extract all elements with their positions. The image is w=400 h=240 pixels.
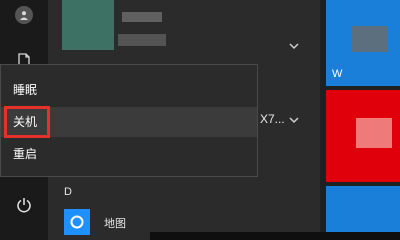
chevron-down-icon[interactable] bbox=[288, 40, 300, 52]
power-button[interactable] bbox=[9, 190, 39, 220]
user-account-button[interactable] bbox=[9, 0, 39, 30]
menu-item-sleep[interactable]: 睡眠 bbox=[1, 75, 257, 105]
power-options-menu: 睡眠 关机 重启 bbox=[0, 64, 258, 177]
chevron-down-icon[interactable] bbox=[288, 114, 300, 126]
blurred-app-name bbox=[118, 34, 166, 46]
blurred-app-tile bbox=[62, 0, 114, 50]
maps-app-icon bbox=[64, 209, 90, 235]
power-icon bbox=[17, 198, 31, 213]
map-pin-icon bbox=[70, 215, 84, 229]
user-icon bbox=[20, 11, 28, 20]
tile-partial-label: W bbox=[332, 68, 343, 80]
blurred-app-name bbox=[122, 12, 162, 22]
app-partial-label[interactable]: X7... bbox=[260, 112, 285, 126]
tile-area: W bbox=[320, 0, 400, 240]
section-letter: D bbox=[64, 186, 72, 198]
app-tile-red[interactable] bbox=[326, 90, 400, 182]
blurred-tile-content bbox=[356, 118, 392, 148]
menu-item-restart[interactable]: 重启 bbox=[1, 139, 257, 169]
maps-app-label: 地图 bbox=[104, 218, 126, 230]
taskbar-strip bbox=[150, 232, 400, 240]
app-tile-blue-top[interactable]: W bbox=[326, 0, 400, 86]
avatar bbox=[15, 6, 33, 24]
highlight-box bbox=[4, 106, 50, 138]
blurred-tile-content bbox=[352, 26, 388, 52]
